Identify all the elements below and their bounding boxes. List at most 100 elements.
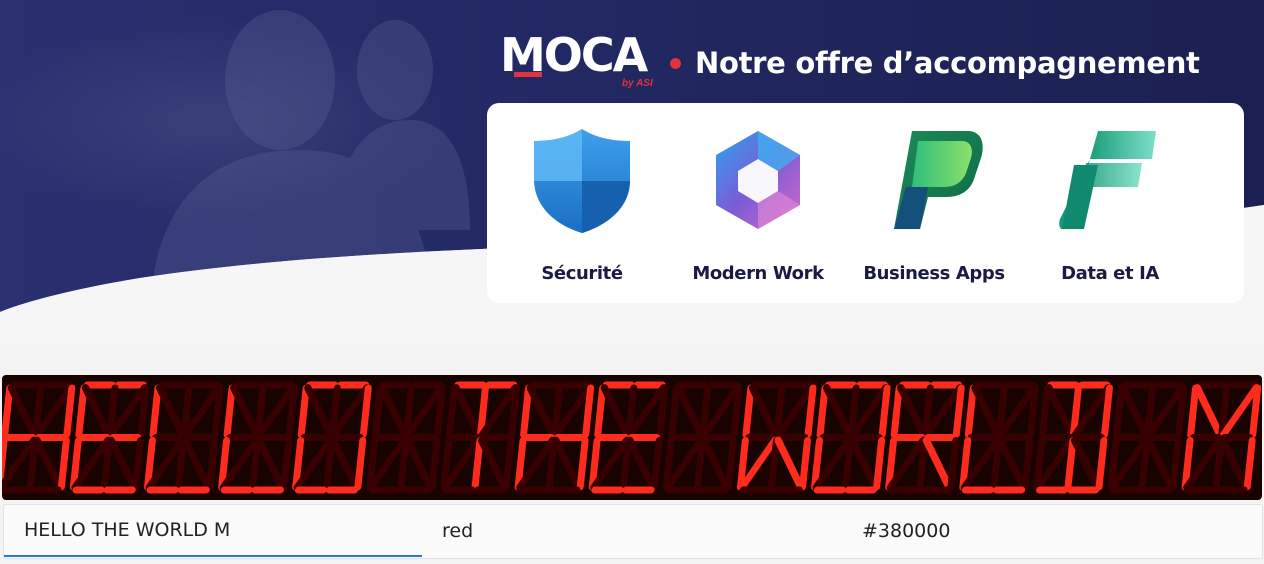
segment-digit [440, 381, 521, 494]
segment-digit [69, 381, 150, 494]
segment [650, 437, 663, 491]
segment [730, 384, 743, 438]
offer-data-ia: Data et IA [1030, 125, 1190, 284]
segment [1038, 384, 1051, 438]
segment [952, 384, 965, 438]
segment [804, 384, 817, 438]
segment [354, 437, 367, 491]
segment [767, 437, 780, 491]
segment-digit [1107, 381, 1188, 494]
segment [1212, 437, 1225, 491]
offer-label-data-ia: Data et IA [1061, 263, 1159, 284]
display-controls [3, 504, 1263, 559]
segment-digit [292, 381, 372, 494]
segment-digit [811, 381, 891, 494]
segment [878, 384, 891, 438]
moca-logo: MOCA by ASI [498, 28, 658, 98]
segment [428, 437, 441, 491]
segment-display-canvas [2, 381, 1262, 494]
segment [693, 437, 706, 491]
segment [285, 384, 298, 438]
display-text-input[interactable] [4, 505, 422, 557]
segment [57, 437, 70, 491]
segment-digit [514, 381, 595, 494]
segment [508, 384, 521, 438]
offer-banner: MOCA by ASI Notre offre d’accompagnement… [0, 0, 1264, 345]
brand-separator-dot [670, 57, 681, 69]
segment [1243, 437, 1256, 491]
segment-digit [1033, 381, 1113, 494]
segment [1026, 384, 1039, 438]
offer-label-security: Sécurité [541, 263, 623, 284]
segment [545, 437, 558, 491]
offer-security: Sécurité [502, 125, 662, 284]
segment [656, 384, 669, 438]
segment [1064, 437, 1077, 491]
segment [206, 437, 219, 491]
segment-digit [885, 381, 965, 494]
segment [582, 384, 595, 438]
segment [297, 384, 310, 438]
segment [1249, 384, 1262, 438]
segment [445, 384, 458, 438]
segment [26, 437, 39, 491]
segment-digit [662, 381, 743, 494]
segment-digit [366, 381, 446, 494]
segment [576, 437, 589, 491]
moca-logo-bar [514, 72, 542, 77]
fabric-icon [1059, 131, 1156, 229]
segment [1113, 384, 1125, 438]
segment [594, 384, 607, 438]
segment [842, 437, 855, 491]
segment [1175, 384, 1188, 438]
segment [1095, 437, 1108, 491]
segment [131, 437, 144, 491]
segment [249, 437, 262, 491]
segment [964, 384, 977, 438]
segment [63, 384, 76, 438]
offer-label-business-apps: Business Apps [863, 263, 1005, 284]
segment [2, 384, 14, 438]
segment [799, 437, 811, 491]
segment [323, 437, 336, 491]
moca-logo-byline: by ASI [622, 78, 653, 89]
segment [175, 437, 187, 491]
segment-digit [143, 381, 224, 494]
segment-digit [959, 381, 1039, 494]
segment [100, 437, 113, 491]
segment [947, 437, 960, 491]
segment [371, 384, 384, 438]
segment [137, 384, 150, 438]
segment [890, 384, 903, 438]
segment-digit [2, 381, 76, 494]
defender-shield-icon [534, 129, 630, 233]
segment-background-input[interactable] [842, 505, 1262, 557]
segment [1169, 437, 1182, 491]
segment [1138, 437, 1151, 491]
segment [149, 384, 162, 438]
microsoft-365-icon [716, 131, 800, 229]
brand-header: MOCA by ASI Notre offre d’accompagnement [498, 28, 1200, 98]
segment [359, 384, 372, 438]
segment-color-input[interactable] [422, 505, 842, 557]
brand-tagline: Notre offre d’accompagnement [695, 46, 1200, 80]
segment [1187, 384, 1200, 438]
power-apps-icon [894, 131, 983, 229]
offer-business-apps: Business Apps [854, 125, 1014, 284]
segment-digit [218, 381, 298, 494]
segment [916, 437, 929, 491]
segment [873, 437, 886, 491]
offer-modern-work: Modern Work [678, 125, 838, 284]
segment-display [2, 375, 1262, 500]
segment [619, 437, 632, 491]
offer-label-modern-work: Modern Work [692, 263, 824, 284]
segment [397, 437, 410, 491]
segment [75, 384, 88, 438]
segment [502, 437, 515, 491]
segment-digit [588, 381, 669, 494]
segment [223, 384, 236, 438]
segment [668, 384, 681, 438]
segment [211, 384, 224, 438]
segment [1101, 384, 1113, 438]
segment-digit [1181, 381, 1262, 494]
